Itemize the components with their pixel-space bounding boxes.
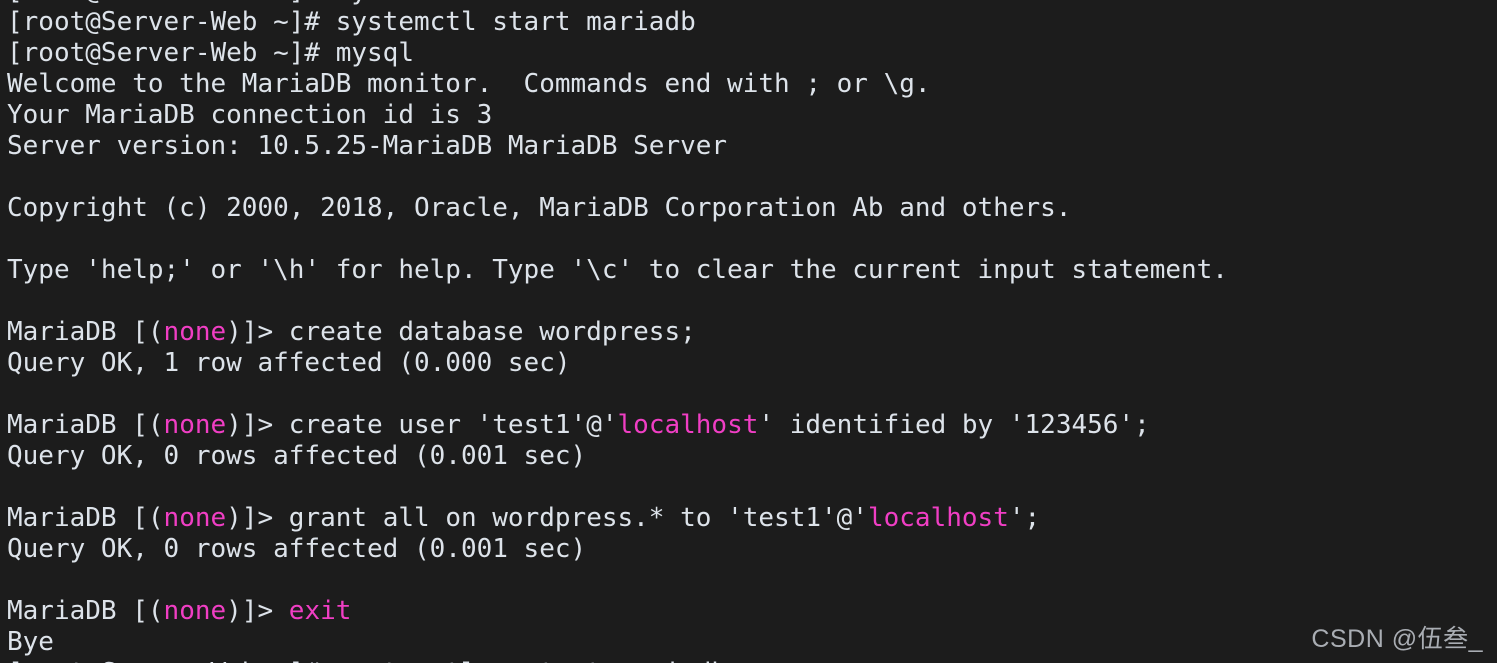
- line-6-blank: [7, 162, 1497, 193]
- text-run: Query OK, 0 rows affected (0.001 sec): [7, 534, 587, 564]
- text-run: )]> create database wordpress;: [226, 317, 696, 347]
- line-16-blank: [7, 472, 1497, 503]
- line-4-connection-id: Your MariaDB connection id is 3: [7, 100, 1497, 131]
- line-20-exit: MariaDB [(none)]> exit: [7, 596, 1497, 627]
- text-run: Bye: [7, 627, 54, 657]
- text-run: none: [163, 317, 227, 347]
- text-run: )]> grant all on wordpress.* to 'test1'@…: [226, 503, 868, 533]
- text-run: )]> create user 'test1'@': [226, 410, 618, 440]
- terminal-output-buffer: [root@Server-Web ~]# systemctl enable ma…: [7, 0, 1497, 663]
- line-21-bye: Bye: [7, 627, 1497, 658]
- text-run: [root@Server-Web ~]# systemctl restart m…: [7, 658, 727, 663]
- text-run: MariaDB [(: [7, 410, 164, 440]
- text-run: Server version: 10.5.25-MariaDB MariaDB …: [7, 131, 728, 161]
- line-15-query-ok-2: Query OK, 0 rows affected (0.001 sec): [7, 441, 1497, 472]
- text-run: )]>: [226, 596, 289, 626]
- line-10-blank: [7, 286, 1497, 317]
- text-run: localhost: [617, 410, 759, 440]
- text-run: [root@Server-Web ~]# systemctl enable ma…: [7, 0, 711, 6]
- line-11-create-database: MariaDB [(none)]> create database wordpr…: [7, 317, 1497, 348]
- text-run: none: [163, 596, 227, 626]
- line-9-help-hint: Type 'help;' or '\h' for help. Type '\c'…: [7, 255, 1497, 286]
- line-8-blank: [7, 224, 1497, 255]
- line-19-blank: [7, 565, 1497, 596]
- csdn-watermark: CSDN @伍叁_: [1311, 625, 1483, 653]
- line-0-clipped-top: [root@Server-Web ~]# systemctl enable ma…: [7, 0, 1497, 7]
- line-17-grant-all: MariaDB [(none)]> grant all on wordpress…: [7, 503, 1497, 534]
- text-run: Type 'help;' or '\h' for help. Type '\c'…: [7, 255, 1228, 285]
- line-13-blank: [7, 379, 1497, 410]
- text-run: MariaDB [(: [7, 596, 164, 626]
- text-run: Query OK, 0 rows affected (0.001 sec): [7, 441, 587, 471]
- line-22-clipped-bottom: [root@Server-Web ~]# systemctl restart m…: [7, 658, 1497, 663]
- text-run: none: [163, 503, 227, 533]
- text-run: none: [163, 410, 227, 440]
- line-3-welcome: Welcome to the MariaDB monitor. Commands…: [7, 69, 1497, 100]
- text-run: Copyright (c) 2000, 2018, Oracle, MariaD…: [7, 193, 1072, 223]
- text-run: Your MariaDB connection id is 3: [7, 100, 493, 130]
- text-run: MariaDB [(: [7, 317, 164, 347]
- line-7-copyright: Copyright (c) 2000, 2018, Oracle, MariaD…: [7, 193, 1497, 224]
- text-run: [root@Server-Web ~]# systemctl start mar…: [7, 7, 696, 37]
- line-18-query-ok-3: Query OK, 0 rows affected (0.001 sec): [7, 534, 1497, 565]
- text-run: Query OK, 1 row affected (0.000 sec): [7, 348, 571, 378]
- text-run: ';: [1008, 503, 1041, 533]
- terminal-window[interactable]: [root@Server-Web ~]# systemctl enable ma…: [0, 0, 1497, 663]
- line-2-mysql: [root@Server-Web ~]# mysql: [7, 38, 1497, 69]
- text-run: [root@Server-Web ~]# mysql: [7, 38, 414, 68]
- line-5-server-version: Server version: 10.5.25-MariaDB MariaDB …: [7, 131, 1497, 162]
- text-run: Welcome to the MariaDB monitor. Commands…: [7, 69, 931, 99]
- text-run: MariaDB [(: [7, 503, 164, 533]
- line-14-create-user: MariaDB [(none)]> create user 'test1'@'l…: [7, 410, 1497, 441]
- text-run: localhost: [867, 503, 1009, 533]
- line-1-start-mariadb: [root@Server-Web ~]# systemctl start mar…: [7, 7, 1497, 38]
- line-12-query-ok-1: Query OK, 1 row affected (0.000 sec): [7, 348, 1497, 379]
- text-run: exit: [288, 596, 352, 626]
- text-run: ' identified by '123456';: [758, 410, 1150, 440]
